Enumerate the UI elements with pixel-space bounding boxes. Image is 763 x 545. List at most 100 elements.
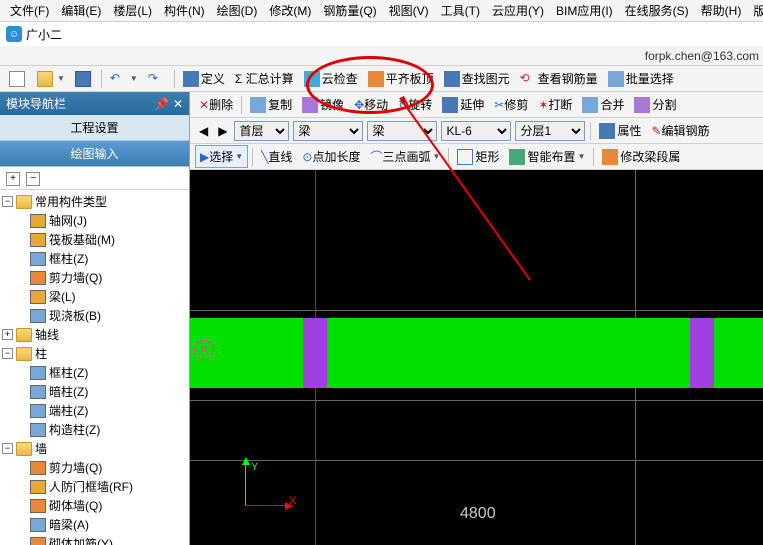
menu-view[interactable]: 视图(V) [383,0,435,21]
component-icon [30,423,46,437]
column-element-1[interactable] [303,318,327,388]
delete-button[interactable]: ✕删除 [195,94,237,115]
trim-button[interactable]: ✂修剪 [490,94,532,115]
category2-select[interactable]: 梁 [367,121,437,141]
component-icon [30,366,46,380]
arc-button[interactable]: ⌒三点画弧▼ [367,146,445,167]
menu-bar: 文件(F) 编辑(E) 楼层(L) 构件(N) 绘图(D) 修改(M) 钢筋量(… [0,0,763,22]
component-icon [30,309,46,323]
edit-rebar-button[interactable]: ✎编辑钢筋 [647,120,713,141]
tree-item[interactable]: 人防门框墙(RF) [2,477,187,496]
copy-button[interactable]: 复制 [246,94,296,115]
menu-online[interactable]: 在线服务(S) [619,0,695,21]
find-element-button[interactable]: 查找图元 [440,68,514,89]
tree-folder[interactable]: −柱 [2,344,187,363]
tree-item[interactable]: 剪力墙(Q) [2,458,187,477]
menu-file[interactable]: 文件(F) [4,0,55,21]
menu-version[interactable]: 版 [747,0,763,21]
view-rebar-button[interactable]: ⟲查看钢筋量 [516,68,602,89]
smart-layout-button[interactable]: 智能布置▼ [505,146,589,167]
menu-floor[interactable]: 楼层(L) [107,0,158,21]
nav-fwd-button[interactable]: ▶ [214,122,231,140]
tree-item[interactable]: 构造柱(Z) [2,420,187,439]
layer-select[interactable]: 分层1 [515,121,585,141]
point-length-button[interactable]: ⊙点加长度 [298,146,364,167]
sidebar-section-project[interactable]: 工程设置 [0,115,189,141]
tree-item[interactable]: 现浇板(B) [2,306,187,325]
tree-collapse-all-button[interactable]: − [26,172,40,186]
mirror-button[interactable]: 镜像 [298,94,348,115]
tree-folder[interactable]: −常用构件类型 [2,192,187,211]
selection-toolbar: ◀ ▶ 首层 梁 梁 KL-6 分层1 属性 ✎编辑钢筋 [190,118,763,144]
modify-beam-button[interactable]: 修改梁段属 [598,146,684,167]
tree-label: 现浇板(B) [49,307,101,324]
drawing-canvas[interactable]: A Y X 4800 [190,170,763,545]
menu-cloud[interactable]: 云应用(Y) [486,0,550,21]
menu-bim[interactable]: BIM应用(I) [550,0,619,21]
category1-select[interactable]: 梁 [293,121,363,141]
menu-rebar[interactable]: 钢筋量(Q) [317,0,382,21]
component-icon [30,385,46,399]
sidebar-pin-icon[interactable]: 📌 [154,97,169,111]
tree-item[interactable]: 筏板基础(M) [2,230,187,249]
menu-modify[interactable]: 修改(M) [263,0,317,21]
floor-select[interactable]: 首层 [234,121,289,141]
tree-label: 柱 [35,345,47,362]
tree-item[interactable]: 框柱(Z) [2,363,187,382]
total-calc-button[interactable]: Σ 汇总计算 [231,68,298,89]
select-button[interactable]: ▶ 选择▼ [195,145,248,168]
define-button[interactable]: 定义 [179,68,229,89]
tree-item[interactable]: 暗梁(A) [2,515,187,534]
component-tree[interactable]: −常用构件类型轴网(J)筏板基础(M)框柱(Z)剪力墙(Q)梁(L)现浇板(B)… [0,190,189,545]
y-axis-icon [245,465,246,505]
tree-item[interactable]: 梁(L) [2,287,187,306]
open-button[interactable]: ▼ [33,69,69,89]
rect-button[interactable]: 矩形 [453,146,503,167]
component-icon [30,214,46,228]
batch-select-button[interactable]: 批量选择 [604,68,678,89]
split-button[interactable]: 分割 [630,94,680,115]
undo-button[interactable]: ↶▼ [106,69,142,89]
tree-item[interactable]: 砌体加筋(Y) [2,534,187,545]
tree-label: 轴线 [35,326,59,343]
tree-folder[interactable]: +轴线 [2,325,187,344]
level-slab-button[interactable]: 平齐板顶 [364,68,438,89]
new-button[interactable] [5,69,31,89]
extend-button[interactable]: 延伸 [438,94,488,115]
line-button[interactable]: ╲直线 [257,146,296,167]
sidebar-close-icon[interactable]: ✕ [173,97,183,111]
save-button[interactable] [71,69,97,89]
menu-draw[interactable]: 绘图(D) [211,0,264,21]
tree-item[interactable]: 端柱(Z) [2,401,187,420]
menu-component[interactable]: 构件(N) [158,0,211,21]
tree-expand-all-button[interactable]: + [6,172,20,186]
item-select[interactable]: KL-6 [441,121,511,141]
tree-item[interactable]: 剪力墙(Q) [2,268,187,287]
redo-button[interactable]: ↷ [144,69,170,89]
tree-item[interactable]: 砌体墙(Q) [2,496,187,515]
rotate-button[interactable]: ↻旋转 [394,94,436,115]
nav-back-button[interactable]: ◀ [195,122,212,140]
menu-tools[interactable]: 工具(T) [435,0,486,21]
sidebar-section-draw[interactable]: 绘图输入 [0,141,189,167]
user-bar: forpk.chen@163.com [0,46,763,66]
tree-label: 墙 [35,440,47,457]
cloud-check-button[interactable]: 云检查 [300,68,362,89]
properties-button[interactable]: 属性 [595,120,645,141]
component-icon [30,252,46,266]
menu-edit[interactable]: 编辑(E) [55,0,107,21]
tree-toolbar: + − [0,167,189,190]
component-icon [30,499,46,513]
menu-help[interactable]: 帮助(H) [695,0,748,21]
column-element-2[interactable] [690,318,714,388]
sidebar-title: 模块导航栏 [6,95,66,112]
break-button[interactable]: ✶打断 [534,94,576,115]
tree-item[interactable]: 框柱(Z) [2,249,187,268]
beam-element[interactable] [190,318,763,388]
tree-item[interactable]: 轴网(J) [2,211,187,230]
move-button[interactable]: ✥移动 [350,94,392,115]
tree-item[interactable]: 暗柱(Z) [2,382,187,401]
merge-button[interactable]: 合并 [578,94,628,115]
tree-folder[interactable]: −墙 [2,439,187,458]
sidebar-header: 模块导航栏 📌 ✕ [0,92,189,115]
